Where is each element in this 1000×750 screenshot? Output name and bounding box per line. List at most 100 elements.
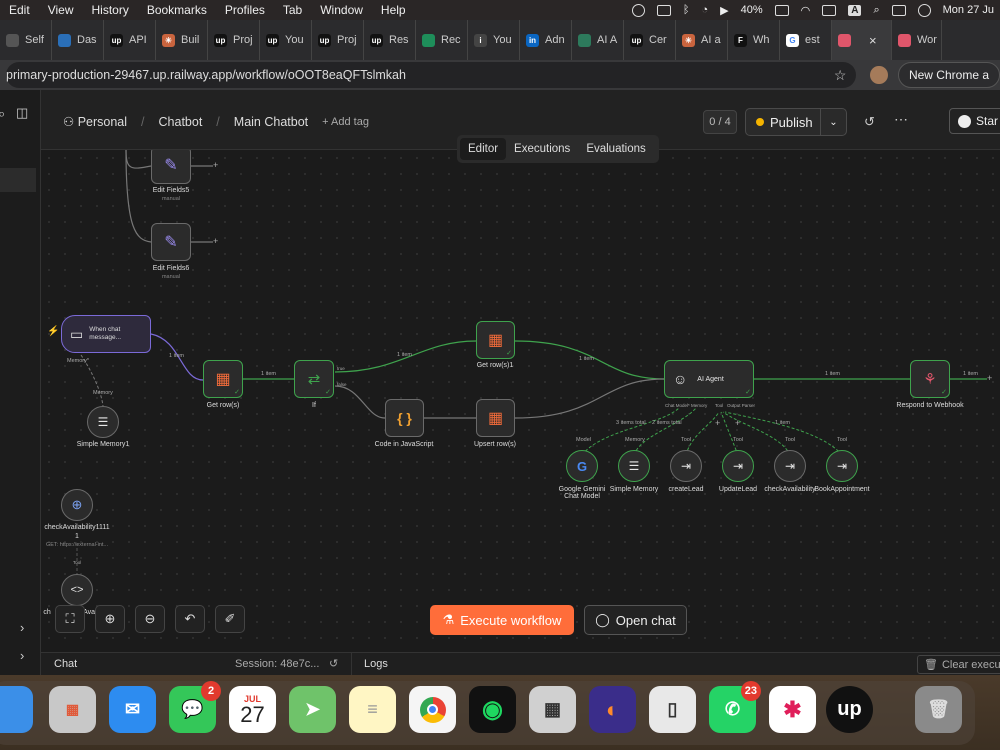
tidy-up-button[interactable]: ✐ bbox=[215, 605, 245, 633]
browser-tab[interactable]: in Adn bbox=[520, 20, 572, 60]
wifi-icon[interactable]: ◠ bbox=[801, 4, 811, 17]
fit-view-button[interactable]: ⛶ bbox=[55, 605, 85, 633]
dock-slack[interactable]: ✱ bbox=[769, 686, 816, 733]
zoom-in-button[interactable]: ⊕ bbox=[95, 605, 125, 633]
browser-tab[interactable]: AI A bbox=[572, 20, 624, 60]
github-star-button[interactable]: Star bbox=[949, 108, 1000, 134]
dock-maps[interactable]: ➤ bbox=[289, 686, 336, 733]
bookmark-star-icon[interactable]: ☆ bbox=[834, 67, 847, 84]
dock-calendar[interactable]: JUL 27 bbox=[229, 686, 276, 733]
node-ai-agent[interactable]: ☺ AI Agent ✓ bbox=[664, 360, 754, 398]
browser-tab[interactable]: up You bbox=[260, 20, 312, 60]
new-chrome-button[interactable]: New Chrome a bbox=[897, 62, 1000, 88]
upwork-status-icon[interactable] bbox=[631, 3, 645, 17]
chevron-down-icon[interactable]: ⌄ bbox=[820, 109, 846, 135]
browser-tab[interactable]: ✳ Buil bbox=[156, 20, 208, 60]
menu-profiles[interactable]: Profiles bbox=[216, 3, 274, 17]
dock-notes[interactable]: ≡ bbox=[349, 686, 396, 733]
profile-avatar[interactable] bbox=[870, 66, 888, 84]
node-google-gemini[interactable]: G bbox=[566, 450, 598, 482]
dock-chrome[interactable] bbox=[409, 686, 456, 733]
more-options-icon[interactable]: ⋯ bbox=[894, 111, 908, 128]
zoom-out-button[interactable]: ⊖ bbox=[135, 605, 165, 633]
menu-edit[interactable]: Edit bbox=[0, 3, 39, 17]
breadcrumb-personal[interactable]: ⚇ Personal bbox=[63, 114, 127, 129]
clock-menu-icon[interactable]: ◔ bbox=[701, 4, 708, 16]
dock-spotify[interactable]: ◉ bbox=[469, 686, 516, 733]
bluetooth-icon[interactable]: ᛒ bbox=[683, 4, 690, 16]
browser-tab[interactable]: i You bbox=[468, 20, 520, 60]
input-source-icon[interactable]: A bbox=[848, 4, 862, 16]
workflow-name[interactable]: Main Chatbot bbox=[234, 115, 308, 129]
menu-tab[interactable]: Tab bbox=[274, 3, 311, 17]
logs-panel-tab[interactable]: Logs bbox=[364, 658, 388, 670]
address-bar[interactable]: primary-production-29467.up.railway.app/… bbox=[6, 62, 857, 88]
menubar-clock[interactable]: Mon 27 Ju bbox=[943, 4, 994, 16]
browser-tab[interactable]: up Cer bbox=[624, 20, 676, 60]
browser-tab[interactable]: up Proj bbox=[312, 20, 364, 60]
node-upsert-rows[interactable]: ▦ bbox=[476, 399, 515, 437]
browser-tab[interactable]: ✳ AI a bbox=[676, 20, 728, 60]
browser-tab[interactable]: Gest bbox=[780, 20, 832, 60]
browser-tab[interactable]: Das bbox=[52, 20, 104, 60]
battery-icon[interactable] bbox=[774, 4, 789, 16]
add-parser-plus-icon[interactable]: + bbox=[735, 418, 740, 428]
node-check-availability-bottom[interactable]: <> bbox=[61, 574, 93, 606]
node-code[interactable]: { } bbox=[385, 399, 424, 437]
dock-firefox[interactable]: ◐ bbox=[589, 686, 636, 733]
node-simple-memory1[interactable]: ☰ bbox=[87, 406, 119, 438]
add-node-plus-icon[interactable]: + bbox=[213, 236, 218, 246]
node-check-availability[interactable]: ⇥ bbox=[774, 450, 806, 482]
chat-panel-tab[interactable]: Chat bbox=[54, 658, 77, 670]
dock-calculator[interactable]: ▦ bbox=[529, 686, 576, 733]
sidebar-collapse-icon[interactable]: ◫ bbox=[16, 105, 28, 121]
dock-finder[interactable] bbox=[0, 686, 33, 733]
node-if[interactable]: ⇄ ✓ bbox=[294, 360, 334, 398]
tab-evaluations[interactable]: Evaluations bbox=[578, 138, 653, 160]
tab-executions[interactable]: Executions bbox=[506, 138, 578, 160]
node-respond-webhook[interactable]: ⚘ ✓ bbox=[910, 360, 950, 398]
dock-mail[interactable]: ✉ bbox=[109, 686, 156, 733]
siri-icon[interactable] bbox=[917, 3, 931, 17]
node-chat-trigger[interactable]: ▭ When chat message... bbox=[61, 315, 151, 353]
node-update-lead[interactable]: ⇥ bbox=[722, 450, 754, 482]
menu-help[interactable]: Help bbox=[372, 3, 415, 17]
node-get-rows1[interactable]: ▦ ✓ bbox=[476, 321, 515, 359]
add-tool-plus-icon[interactable]: + bbox=[715, 418, 720, 428]
dock-iphone-mirroring[interactable]: ▯ bbox=[649, 686, 696, 733]
publish-button[interactable]: Publish ⌄ bbox=[745, 108, 847, 136]
execute-workflow-button[interactable]: ⚗ Execute workflow bbox=[430, 605, 574, 635]
control-center-icon[interactable] bbox=[891, 4, 906, 16]
display-icon[interactable] bbox=[656, 4, 671, 16]
undo-button[interactable]: ↶ bbox=[175, 605, 205, 633]
screen-share-icon[interactable] bbox=[822, 4, 837, 16]
dock-trash[interactable]: 🗑 bbox=[915, 686, 962, 733]
node-check-availability-1111[interactable]: ⊕ bbox=[61, 489, 93, 521]
clear-execution-button[interactable]: 🗑 Clear executi bbox=[917, 655, 1000, 674]
sidebar-expand-icon[interactable]: › bbox=[20, 620, 24, 635]
menu-history[interactable]: History bbox=[82, 3, 137, 17]
node-create-lead[interactable]: ⇥ bbox=[670, 450, 702, 482]
browser-tab[interactable]: up Res bbox=[364, 20, 416, 60]
menu-bookmarks[interactable]: Bookmarks bbox=[138, 3, 216, 17]
dock-messages[interactable]: 💬 2 bbox=[169, 681, 221, 733]
close-tab-icon[interactable]: × bbox=[869, 33, 877, 48]
menu-window[interactable]: Window bbox=[311, 3, 372, 17]
play-icon[interactable]: ▶ bbox=[720, 4, 728, 17]
menu-view[interactable]: View bbox=[39, 3, 83, 17]
node-get-rows[interactable]: ▦ ✓ bbox=[203, 360, 243, 398]
history-icon[interactable]: ↺ bbox=[864, 114, 875, 130]
reset-session-icon[interactable]: ↺ bbox=[329, 657, 338, 670]
browser-tab[interactable]: up API bbox=[104, 20, 156, 60]
browser-tab[interactable]: up Proj bbox=[208, 20, 260, 60]
search-icon[interactable]: ⌕ bbox=[873, 4, 879, 17]
browser-tab[interactable]: Wor bbox=[892, 20, 942, 60]
add-tag-button[interactable]: + Add tag bbox=[322, 116, 369, 128]
sidebar-search-icon[interactable]: ⌕ bbox=[0, 106, 5, 122]
browser-tab[interactable]: F Wh bbox=[728, 20, 780, 60]
browser-tab[interactable]: × bbox=[832, 20, 892, 60]
sidebar-selected-item[interactable] bbox=[0, 168, 36, 192]
workflow-canvas[interactable]: ✎ + Edit Fields5 manual ✎ + Edit Fields6… bbox=[41, 150, 1000, 652]
browser-tab[interactable]: Self bbox=[0, 20, 52, 60]
browser-tab[interactable]: Rec bbox=[416, 20, 468, 60]
